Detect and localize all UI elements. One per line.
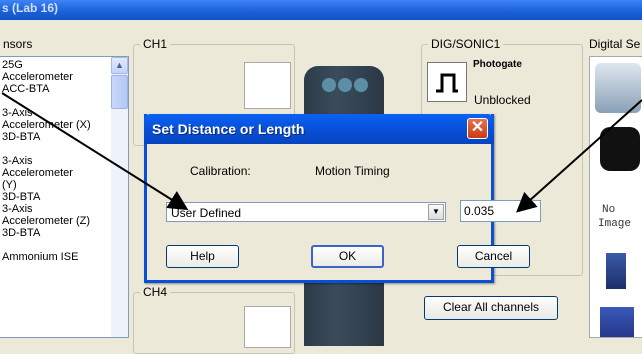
photogate-label: Photogate [473, 59, 522, 70]
sensor-thumbnail[interactable] [600, 307, 634, 337]
device-button [338, 78, 352, 92]
list-item[interactable]: 3-Axis [2, 155, 128, 167]
list-item[interactable]: 3D-BTA [2, 227, 128, 239]
ch1-label: CH1 [140, 37, 171, 51]
calibration-dropdown[interactable]: User Defined ▼ [166, 202, 446, 222]
sensor-thumbnail[interactable] [595, 63, 641, 113]
cancel-button[interactable]: Cancel [457, 245, 530, 268]
window-title-bar: s (Lab 16) [0, 0, 642, 20]
ch4-label: CH4 [140, 285, 171, 299]
close-icon[interactable]: ✕ [467, 118, 488, 139]
list-item[interactable]: Accelerometer (Z) [2, 215, 128, 227]
sensor-list-scrollbar[interactable]: ▲ [111, 57, 128, 337]
sensor-thumbnail[interactable] [606, 253, 626, 289]
sensor-list[interactable]: 25G Accelerometer ACC-BTA 3-Axis Acceler… [0, 56, 129, 338]
sensors-heading: nsors [3, 37, 33, 51]
list-item[interactable]: Ammonium ISE [2, 251, 128, 263]
list-item[interactable]: Accelerometer (X) [2, 119, 128, 131]
list-item[interactable]: 3-Axis [2, 203, 128, 215]
dig-sonic1-label: DIG/SONIC1 [428, 37, 504, 51]
photogate-icon[interactable] [427, 62, 467, 102]
list-item[interactable]: 25G [2, 59, 128, 71]
chevron-down-icon[interactable]: ▼ [428, 204, 444, 220]
help-button[interactable]: Help [166, 245, 239, 268]
digital-sensor-list[interactable]: No Image [589, 56, 642, 338]
ch4-sensor-slot[interactable] [244, 306, 291, 348]
length-input[interactable] [460, 200, 541, 222]
list-item[interactable]: 3-Axis [2, 107, 128, 119]
no-image-line2: Image [598, 218, 632, 230]
dialog-title: Set Distance or Length [152, 121, 305, 137]
clear-all-channels-button[interactable]: Clear All channels [424, 296, 558, 320]
list-item[interactable]: Accelerometer [2, 167, 128, 179]
list-item[interactable]: (Y) [2, 179, 128, 191]
ch1-sensor-slot[interactable] [244, 62, 291, 109]
photogate-state: Unblocked [474, 93, 531, 107]
no-image-line1: No [602, 204, 616, 216]
scroll-thumb[interactable] [111, 75, 128, 109]
dropdown-value: User Defined [171, 206, 242, 220]
list-item[interactable]: 3D-BTA [2, 191, 128, 203]
window-title: s (Lab 16) [2, 1, 59, 15]
device-button [322, 78, 336, 92]
dialog-title-bar[interactable]: Set Distance or Length ✕ [144, 114, 494, 144]
digital-sensors-heading: Digital Se [589, 37, 641, 51]
calibration-label: Calibration: [190, 164, 251, 178]
list-item[interactable]: 3D-BTA [2, 131, 128, 143]
list-item[interactable]: Accelerometer [2, 71, 128, 83]
calibration-value: Motion Timing [315, 164, 390, 178]
list-item[interactable]: ACC-BTA [2, 83, 128, 95]
sensor-thumbnail[interactable] [600, 127, 640, 171]
ok-button[interactable]: OK [311, 245, 384, 268]
set-distance-dialog: Set Distance or Length ✕ Calibration: Mo… [144, 114, 541, 283]
chevron-up-icon[interactable]: ▲ [111, 57, 128, 74]
device-button [354, 78, 368, 92]
no-image-label: No Image [598, 203, 631, 231]
